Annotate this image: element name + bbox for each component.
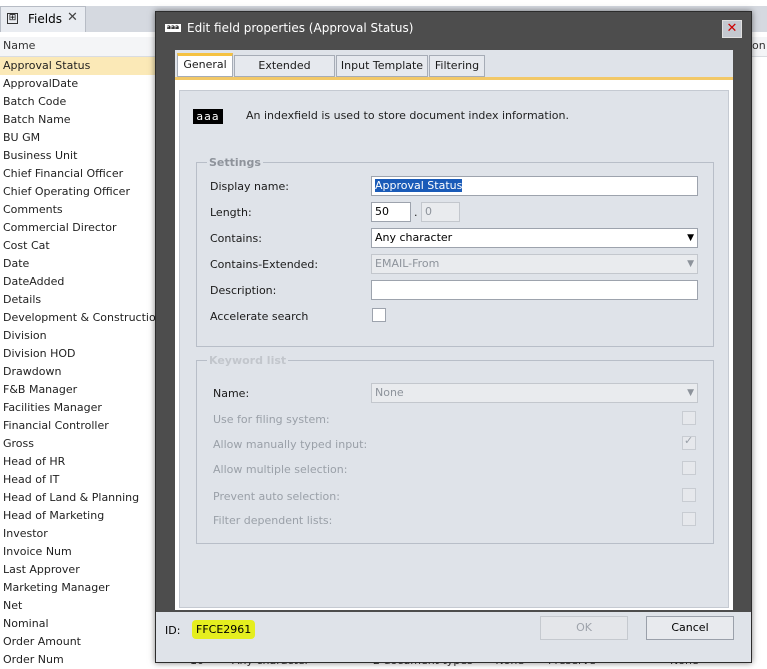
settings-group: Settings Display name: Approval Status L… — [196, 156, 714, 347]
tab-filtering[interactable]: Filtering — [429, 55, 485, 77]
dialog-content: General Extended settings Input Template… — [175, 50, 733, 610]
tab-extended-settings[interactable]: Extended settings — [234, 55, 335, 92]
list-item[interactable]: Invoice Num — [0, 543, 160, 561]
close-icon[interactable]: ✕ — [722, 20, 742, 38]
keyword-name-value: None — [375, 386, 404, 399]
length-input[interactable]: 50 — [371, 202, 411, 222]
list-item[interactable]: Batch Code — [0, 93, 160, 111]
list-item[interactable]: Last Approver — [0, 561, 160, 579]
list-item[interactable]: Investor — [0, 525, 160, 543]
fields-list: Approval Status ApprovalDate Batch Code Bat… — [0, 57, 160, 669]
list-item[interactable]: Approval Status — [0, 57, 160, 75]
keyword-name-dropdown[interactable]: None ▼ — [371, 383, 698, 403]
name-column-header[interactable]: Name — [3, 39, 35, 52]
length-separator: . — [414, 206, 418, 219]
chevron-down-icon: ▼ — [687, 259, 694, 269]
list-item[interactable]: Business Unit — [0, 147, 160, 165]
list-item[interactable]: Chief Financial Officer — [0, 165, 160, 183]
list-item[interactable]: Chief Operating Officer — [0, 183, 160, 201]
tab-general[interactable]: General — [177, 53, 233, 77]
accelerate-search-checkbox[interactable] — [372, 308, 386, 322]
list-item[interactable]: Division HOD — [0, 345, 160, 363]
list-item[interactable]: Comments — [0, 201, 160, 219]
settings-legend: Settings — [207, 156, 263, 169]
list-item[interactable]: Batch Name — [0, 111, 160, 129]
list-item[interactable]: Net — [0, 597, 160, 615]
length-label: Length: — [210, 206, 252, 219]
filter-dependent-checkbox[interactable] — [682, 512, 696, 526]
general-panel: aaa An indexfield is used to store docum… — [179, 90, 729, 608]
id-value: FFCE2961 — [192, 620, 256, 639]
fields-grid-icon: ⊞ — [7, 13, 18, 24]
keyword-list-group: Keyword list Name: None ▼ Use for filing … — [196, 354, 714, 544]
list-item[interactable]: Head of Land & Planning — [0, 489, 160, 507]
list-item[interactable]: Marketing Manager — [0, 579, 160, 597]
dialog-title-bar[interactable]: aaa Edit field properties (Approval Stat… — [156, 12, 751, 44]
contains-extended-label: Contains-Extended: — [210, 258, 319, 271]
list-item[interactable]: Order Amount — [0, 633, 160, 651]
list-item[interactable]: F&B Manager — [0, 381, 160, 399]
prevent-auto-checkbox[interactable] — [682, 488, 696, 502]
list-item[interactable]: Gross — [0, 435, 160, 453]
general-tab-body: aaa An indexfield is used to store docum… — [175, 77, 733, 610]
list-item[interactable]: Head of Marketing — [0, 507, 160, 525]
list-item[interactable]: Drawdown — [0, 363, 160, 381]
close-tab-icon[interactable]: ✕ — [67, 10, 78, 25]
list-item[interactable]: Cost Cat — [0, 237, 160, 255]
list-item[interactable]: Division — [0, 327, 160, 345]
field-description-text: An indexfield is used to store document … — [246, 109, 569, 122]
allow-manual-checkbox[interactable]: ✓ — [682, 434, 696, 450]
dialog-footer: ID: FFCE2961 OK Cancel — [156, 612, 751, 662]
fields-tab[interactable]: ⊞ Fields ✕ — [0, 6, 86, 32]
id-label: ID: — [165, 624, 181, 637]
prevent-auto-label: Prevent auto selection: — [213, 490, 340, 503]
list-item[interactable]: Details — [0, 291, 160, 309]
list-item[interactable]: ApprovalDate — [0, 75, 160, 93]
display-name-label: Display name: — [210, 180, 289, 193]
dialog-title: Edit field properties (Approval Status) — [187, 21, 414, 35]
filter-dependent-label: Filter dependent lists: — [213, 514, 333, 527]
keyword-name-label: Name: — [213, 387, 250, 400]
contains-label: Contains: — [210, 232, 262, 245]
use-for-filing-label: Use for filing system: — [213, 413, 330, 426]
cancel-button[interactable]: Cancel — [646, 616, 734, 640]
list-item[interactable]: Head of HR — [0, 453, 160, 471]
list-item[interactable]: Commercial Director — [0, 219, 160, 237]
list-item[interactable]: DateAdded — [0, 273, 160, 291]
list-item[interactable]: Development & Construction Dir — [0, 309, 160, 327]
length-decimals-input[interactable]: 0 — [421, 202, 460, 222]
fields-tab-title: Fields — [28, 12, 62, 26]
check-icon: ✓ — [684, 434, 694, 447]
tab-bar: General Extended settings Input Template… — [175, 50, 733, 92]
chevron-down-icon: ▼ — [687, 233, 694, 243]
list-item[interactable]: Date — [0, 255, 160, 273]
right-column-header[interactable]: on — [752, 39, 766, 52]
allow-multiple-checkbox[interactable] — [682, 461, 696, 475]
list-item[interactable]: Facilities Manager — [0, 399, 160, 417]
contains-extended-dropdown[interactable]: EMAIL-From ▼ — [371, 254, 698, 274]
list-item[interactable]: Head of IT — [0, 471, 160, 489]
field-type-icon: aaa — [165, 24, 181, 32]
display-name-value: Approval Status — [375, 179, 463, 192]
index-field-icon: aaa — [193, 109, 223, 124]
list-item[interactable]: BU GM — [0, 129, 160, 147]
edit-field-dialog: aaa Edit field properties (Approval Stat… — [155, 11, 752, 663]
ok-button[interactable]: OK — [540, 616, 628, 640]
contains-dropdown[interactable]: Any character ▼ — [371, 228, 698, 248]
use-for-filing-checkbox[interactable] — [682, 411, 696, 425]
tab-input-template[interactable]: Input Template — [336, 55, 428, 77]
allow-manual-label: Allow manually typed input: — [213, 438, 368, 451]
list-item[interactable]: Order Num — [0, 651, 160, 669]
description-label: Description: — [210, 284, 277, 297]
list-item[interactable]: Nominal — [0, 615, 160, 633]
contains-extended-value: EMAIL-From — [375, 257, 440, 270]
chevron-down-icon: ▼ — [687, 388, 694, 398]
allow-multiple-label: Allow multiple selection: — [213, 463, 348, 476]
list-item[interactable]: Financial Controller — [0, 417, 160, 435]
keyword-list-legend: Keyword list — [207, 354, 289, 367]
contains-value: Any character — [375, 231, 453, 244]
accelerate-search-label: Accelerate search — [210, 310, 309, 323]
display-name-input[interactable]: Approval Status — [371, 176, 698, 196]
description-input[interactable] — [371, 280, 698, 300]
